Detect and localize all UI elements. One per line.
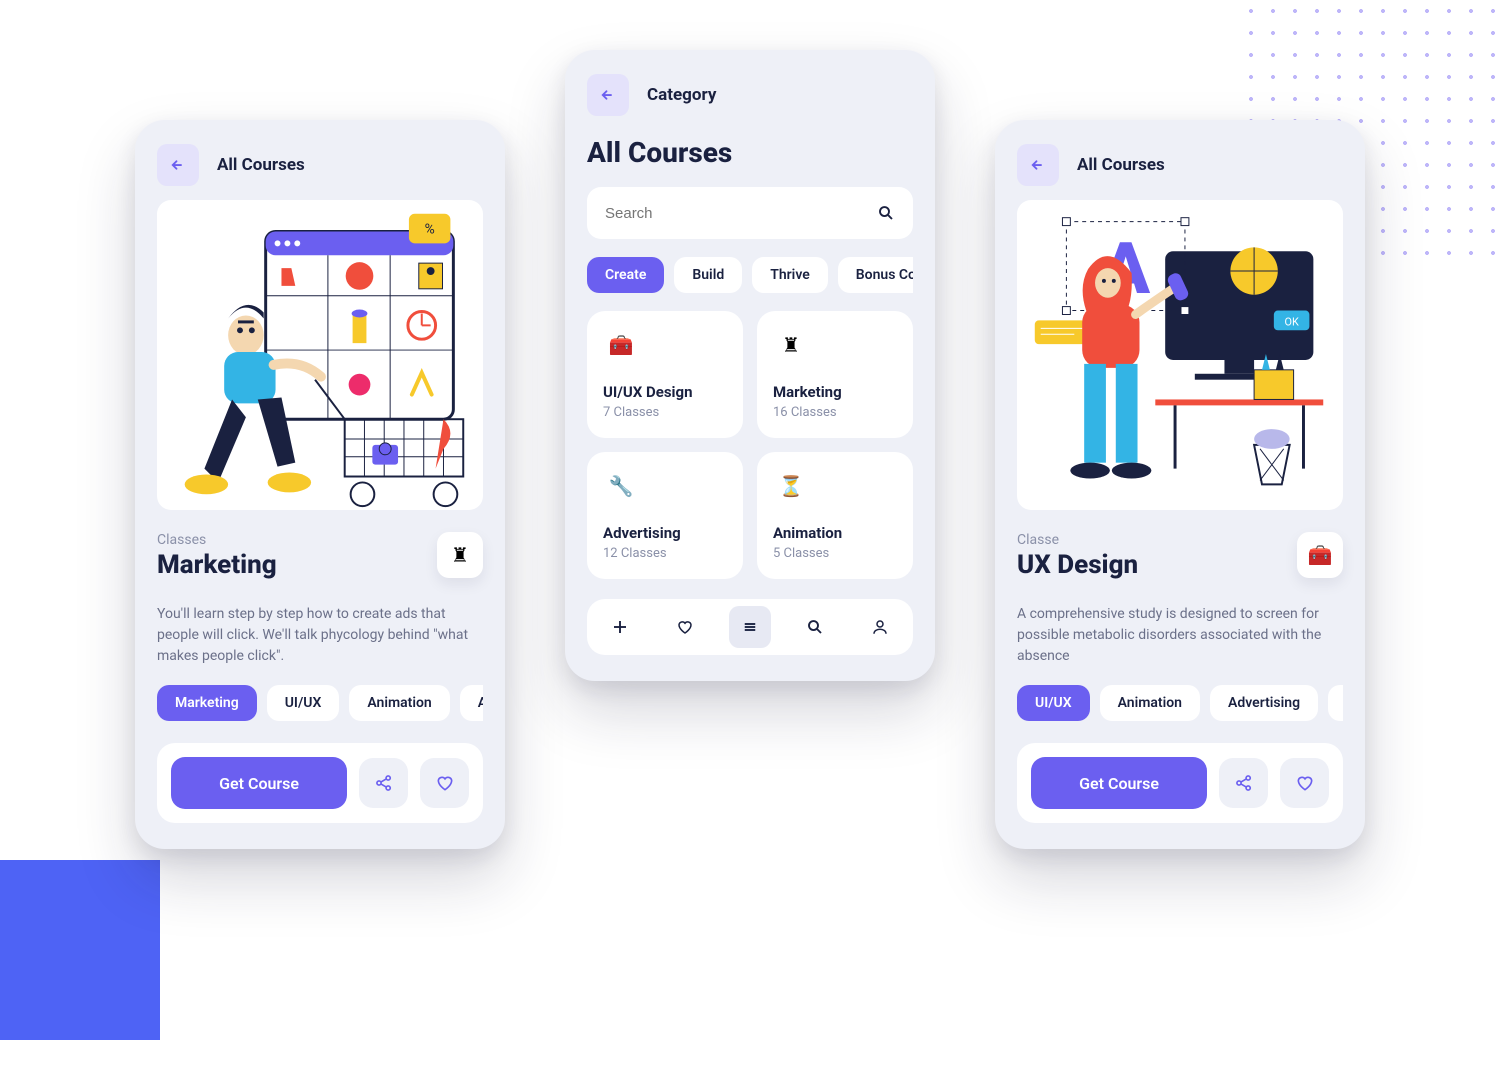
tag-animation[interactable]: Animation (1100, 685, 1200, 721)
card-subtitle: 5 Classes (773, 546, 897, 561)
svg-text:OK: OK (1284, 315, 1298, 328)
class-title: UX Design (1017, 550, 1285, 580)
search-input[interactable] (605, 205, 877, 222)
search-icon (806, 618, 824, 636)
card-title: Advertising (603, 524, 727, 542)
favorite-button[interactable] (420, 758, 469, 808)
arrow-left-icon (169, 156, 187, 174)
hero-illustration: % (157, 200, 483, 510)
user-icon (871, 618, 889, 636)
page-title: All Courses (217, 155, 305, 175)
nav-profile[interactable] (859, 606, 901, 648)
nav-add[interactable] (599, 606, 641, 648)
heart-icon (676, 618, 694, 636)
class-label: Classes (157, 532, 425, 548)
screen-marketing-detail: All Courses % (135, 120, 505, 849)
tag-animation[interactable]: Animation (349, 685, 449, 721)
category-badge: ♜ (437, 532, 483, 578)
card-subtitle: 7 Classes (603, 405, 727, 420)
page-title: All Courses (1077, 155, 1165, 175)
search-icon (877, 204, 895, 222)
wrench-icon: 🔧 (609, 476, 634, 496)
class-description: You'll learn step by step how to create … (157, 604, 483, 667)
chess-rook-icon: ♜ (451, 545, 469, 565)
class-title: Marketing (157, 550, 425, 580)
screen-category: Category All Courses Create Build Thrive… (565, 50, 935, 681)
course-card-animation[interactable]: ⏳ Animation 5 Classes (757, 452, 913, 579)
card-subtitle: 16 Classes (773, 405, 897, 420)
tag-advertising[interactable]: Advertising (1210, 685, 1318, 721)
class-description: A comprehensive study is designed to scr… (1017, 604, 1343, 667)
class-label: Classe (1017, 532, 1285, 548)
tag-ad[interactable]: Ad (460, 685, 483, 721)
share-button[interactable] (359, 758, 408, 808)
heart-icon (1295, 773, 1315, 793)
filter-create[interactable]: Create (587, 257, 664, 293)
share-icon (1234, 773, 1254, 793)
arrow-left-icon (1029, 156, 1047, 174)
card-subtitle: 12 Classes (603, 546, 727, 561)
tag-ui-ux[interactable]: UI/UX (1017, 685, 1090, 721)
heart-icon (435, 773, 455, 793)
nav-menu[interactable] (729, 606, 771, 648)
nav-search[interactable] (794, 606, 836, 648)
filter-bonus[interactable]: Bonus Cou (838, 257, 913, 293)
chess-rook-icon: ♜ (782, 335, 800, 355)
toolbox-icon: 🧰 (1308, 545, 1333, 565)
card-title: UI/UX Design (603, 383, 727, 401)
course-card-uiux[interactable]: 🧰 UI/UX Design 7 Classes (587, 311, 743, 438)
favorite-button[interactable] (1280, 758, 1329, 808)
nav-favorites[interactable] (664, 606, 706, 648)
section-title: All Courses (587, 136, 913, 169)
screen-ux-detail: All Courses A OK (995, 120, 1365, 849)
course-card-marketing[interactable]: ♜ Marketing 16 Classes (757, 311, 913, 438)
bottom-nav (587, 599, 913, 655)
toolbox-icon: 🧰 (609, 335, 634, 355)
tag-ui-ux[interactable]: UI/UX (267, 685, 340, 721)
back-button[interactable] (1017, 144, 1059, 186)
get-course-button[interactable]: Get Course (1031, 757, 1207, 809)
plus-icon (611, 618, 629, 636)
search-field[interactable] (587, 187, 913, 239)
share-icon (374, 773, 394, 793)
back-button[interactable] (587, 74, 629, 116)
category-badge: 🧰 (1297, 532, 1343, 578)
course-card-advertising[interactable]: 🔧 Advertising 12 Classes (587, 452, 743, 579)
back-button[interactable] (157, 144, 199, 186)
svg-text:%: % (425, 221, 435, 237)
hero-illustration: A OK (1017, 200, 1343, 510)
card-title: Marketing (773, 383, 897, 401)
filter-build[interactable]: Build (674, 257, 742, 293)
menu-icon (741, 618, 759, 636)
filter-thrive[interactable]: Thrive (752, 257, 828, 293)
card-title: Animation (773, 524, 897, 542)
share-button[interactable] (1219, 758, 1268, 808)
get-course-button[interactable]: Get Course (171, 757, 347, 809)
tag-marketing[interactable]: Marketing (157, 685, 257, 721)
arrow-left-icon (599, 86, 617, 104)
hourglass-icon: ⏳ (779, 476, 804, 496)
tag-m[interactable]: M (1328, 685, 1343, 721)
page-title: Category (647, 85, 716, 105)
